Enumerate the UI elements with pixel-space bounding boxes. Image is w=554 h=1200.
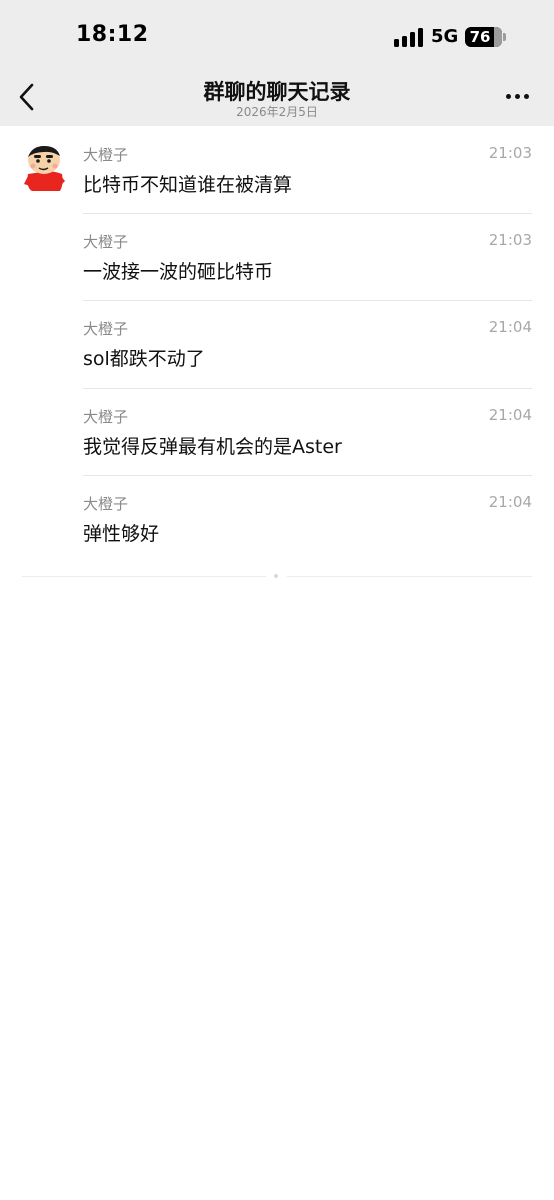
message-item[interactable]: 大橙子 21:03 一波接一波的砸比特币 bbox=[0, 231, 554, 319]
message-time: 21:03 bbox=[488, 231, 532, 249]
message-divider bbox=[83, 475, 532, 476]
message-item[interactable]: 大橙子 21:04 弹性够好 bbox=[0, 493, 554, 581]
message-sender: 大橙子 bbox=[83, 320, 129, 338]
message-divider bbox=[83, 300, 532, 301]
message-time: 21:04 bbox=[488, 493, 532, 511]
message-item[interactable]: 大橙子 21:04 sol都跌不动了 bbox=[0, 318, 554, 406]
message-time: 21:03 bbox=[488, 144, 532, 162]
message-text: sol都跌不动了 bbox=[83, 348, 205, 370]
message-text: 比特币不知道谁在被清算 bbox=[83, 174, 293, 196]
message-sender: 大橙子 bbox=[83, 408, 129, 426]
page-title: 群聊的聊天记录 bbox=[203, 80, 351, 104]
message-sender: 大橙子 bbox=[83, 146, 129, 164]
signal-bars-icon bbox=[394, 27, 424, 47]
message-sender: 大橙子 bbox=[83, 495, 129, 513]
message-text: 我觉得反弹最有机会的是Aster bbox=[83, 436, 342, 458]
page-subtitle-date: 2026年2月5日 bbox=[236, 105, 318, 119]
message-time: 21:04 bbox=[488, 318, 532, 336]
message-item[interactable]: 大橙子 21:03 比特币不知道谁在被清算 bbox=[0, 144, 554, 232]
more-button[interactable] bbox=[500, 86, 534, 108]
status-time: 18:12 bbox=[76, 22, 149, 47]
end-divider-left bbox=[22, 576, 266, 577]
battery-tip bbox=[503, 33, 506, 41]
message-text: 一波接一波的砸比特币 bbox=[83, 261, 274, 283]
battery-icon: 76 bbox=[465, 27, 502, 47]
battery-level: 76 bbox=[469, 28, 491, 46]
message-divider bbox=[83, 388, 532, 389]
more-dots-icon bbox=[506, 94, 511, 99]
network-type: 5G bbox=[431, 26, 459, 47]
message-sender: 大橙子 bbox=[83, 233, 129, 251]
message-time: 21:04 bbox=[488, 406, 532, 424]
message-divider bbox=[83, 213, 532, 214]
message-item[interactable]: 大橙子 21:04 我觉得反弹最有机会的是Aster bbox=[0, 406, 554, 494]
message-text: 弹性够好 bbox=[83, 523, 160, 545]
end-divider-dot bbox=[274, 574, 278, 578]
header: 18:12 5G 76 群聊的聊天记录 2026年2月5日 bbox=[0, 0, 554, 126]
end-divider-right bbox=[287, 576, 532, 577]
